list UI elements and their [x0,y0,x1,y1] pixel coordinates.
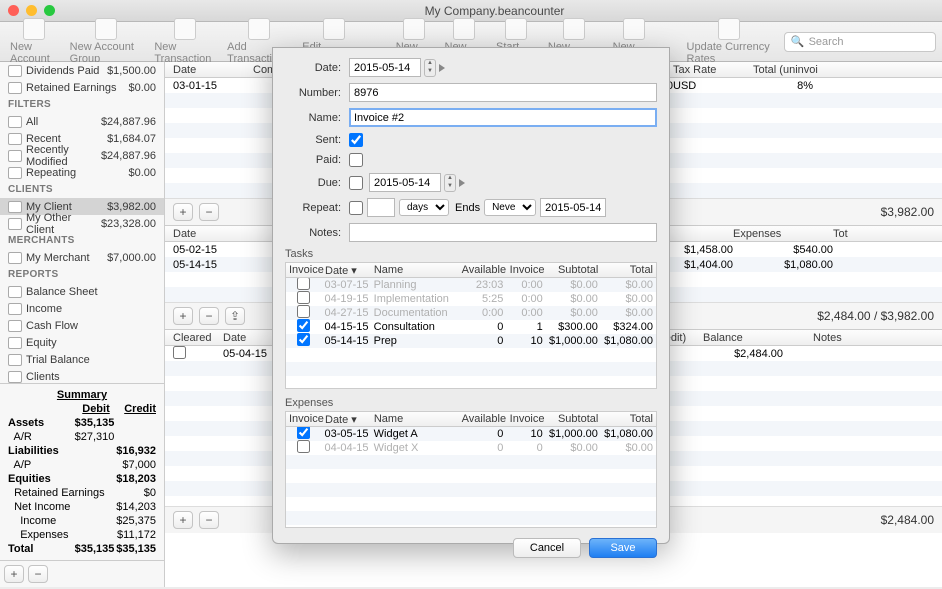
sidebar-header: CLIENTS [0,181,164,198]
due-checkbox[interactable] [349,176,363,190]
sidebar-item-all[interactable]: All$24,887.96 [0,113,164,130]
due-stepper[interactable]: ▲▼ [444,174,456,192]
repeat-n-field[interactable] [367,198,395,217]
date-label: Date: [285,62,341,74]
sidebar-item-income[interactable]: Income [0,300,164,317]
sent-checkbox[interactable] [349,133,363,147]
sidebar-remove-button[interactable]: − [28,565,48,583]
summary: SummaryDebitCreditAssets$35,135 A/R$27,3… [0,383,164,560]
minimize-window-icon[interactable] [26,5,37,16]
date-stepper[interactable]: ▲▼ [424,59,436,77]
tasks-table: InvoiceDate ▾NameAvailableInvoiceSubtota… [285,262,657,389]
date-play-icon[interactable] [439,64,445,72]
expense-invoice-checkbox[interactable] [297,427,310,439]
sidebar-item-dividends-paid[interactable]: Dividends Paid$1,500.00 [0,62,164,79]
ends-date-field[interactable] [540,198,606,217]
paid-checkbox[interactable] [349,153,363,167]
task-invoice-checkbox[interactable] [297,278,310,290]
zoom-window-icon[interactable] [44,5,55,16]
sidebar-item-balance-sheet[interactable]: Balance Sheet [0,283,164,300]
sidebar-item-recently-modified[interactable]: Recently Modified$24,887.96 [0,147,164,164]
sidebar-item-my-merchant[interactable]: My Merchant$7,000.00 [0,249,164,266]
name-field[interactable] [349,108,657,127]
t2-remove-button[interactable]: − [199,307,219,325]
sidebar-item-my-other-client[interactable]: My Other Client$23,328.00 [0,215,164,232]
number-label: Number: [285,87,341,99]
repeat-unit-select[interactable]: days [399,199,449,216]
repeat-checkbox[interactable] [349,201,363,215]
invoice-dialog: Date: ▲▼ Number: Name: Sent: Paid: Due: … [272,47,670,544]
paid-label: Paid: [285,154,341,166]
number-field[interactable] [349,83,657,102]
ends-label: Ends [455,202,480,214]
expenses-table: InvoiceDate ▾NameAvailableInvoiceSubtota… [285,411,657,528]
sidebar-item-equity[interactable]: Equity [0,334,164,351]
toolbar-new-account-group[interactable]: New Account Group [66,16,147,67]
t3-add-button[interactable]: + [173,511,193,529]
repeat-label: Repeat: [285,202,341,214]
close-window-icon[interactable] [8,5,19,16]
task-invoice-checkbox[interactable] [297,333,310,346]
sidebar-item-retained-earnings[interactable]: Retained Earnings$0.00 [0,79,164,96]
t3-remove-button[interactable]: − [199,511,219,529]
toolbar-new-account[interactable]: New Account [6,16,62,67]
sidebar-header: FILTERS [0,96,164,113]
sidebar-item-repeating[interactable]: Repeating$0.00 [0,164,164,181]
t1-remove-button[interactable]: − [199,203,219,221]
due-play-icon[interactable] [459,179,465,187]
cancel-button[interactable]: Cancel [513,538,581,558]
task-invoice-checkbox[interactable] [297,291,310,304]
sidebar: Dividends Paid$1,500.00Retained Earnings… [0,62,165,587]
notes-field[interactable] [349,223,657,242]
sidebar-add-button[interactable]: + [4,565,24,583]
t1-add-button[interactable]: + [173,203,193,221]
sidebar-item-trial-balance[interactable]: Trial Balance [0,351,164,368]
expense-invoice-checkbox[interactable] [297,440,310,453]
t2-share-button[interactable]: ⇪ [225,307,245,325]
save-button[interactable]: Save [589,538,657,558]
due-label: Due: [285,177,341,189]
notes-label: Notes: [285,227,341,239]
sidebar-header: REPORTS [0,266,164,283]
toolbar-new-transaction[interactable]: New Transaction [150,16,219,67]
task-invoice-checkbox[interactable] [297,319,310,332]
t2-add-button[interactable]: + [173,307,193,325]
sidebar-item-clients[interactable]: Clients [0,368,164,383]
expenses-heading: Expenses [285,397,657,409]
date-field[interactable] [349,58,421,77]
ends-mode-select[interactable]: Never [484,199,536,216]
search-input[interactable]: 🔍Search [784,32,936,52]
name-label: Name: [285,112,341,124]
sidebar-item-cash-flow[interactable]: Cash Flow [0,317,164,334]
task-invoice-checkbox[interactable] [297,305,310,318]
sent-label: Sent: [285,134,341,146]
tasks-heading: Tasks [285,248,657,260]
due-field[interactable] [369,173,441,192]
toolbar-update-currency-rates[interactable]: Update Currency Rates [683,16,776,67]
